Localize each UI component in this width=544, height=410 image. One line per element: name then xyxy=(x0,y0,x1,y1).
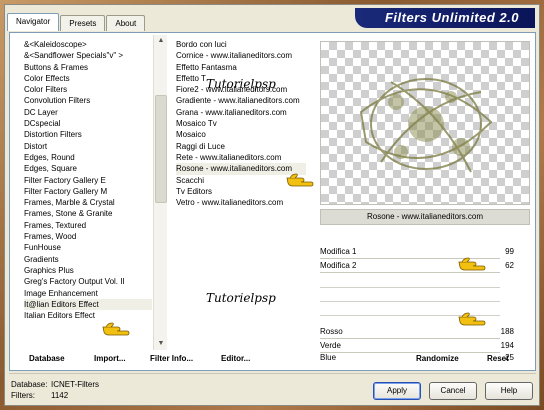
randomize-button[interactable]: Randomize xyxy=(416,354,459,363)
filter-item[interactable]: Bordo con luci xyxy=(176,39,306,50)
filters-unlimited-window: Navigator Presets About Filters Unlimite… xyxy=(4,4,540,406)
pointing-hand-icon xyxy=(458,257,486,271)
slider-label: Verde xyxy=(320,341,341,350)
category-item[interactable]: Graphics Plus xyxy=(24,265,152,276)
app-title-banner: Filters Unlimited 2.0 xyxy=(355,8,535,28)
category-item[interactable]: Image Enhancement xyxy=(24,288,152,299)
tab-strip: Navigator Presets About xyxy=(7,13,146,31)
navigator-panel: &<Kaleidoscope> &<Sandflower Specials"v" … xyxy=(9,32,536,371)
category-item[interactable]: &<Sandflower Specials"v" > xyxy=(24,50,152,61)
navigator-toolbar: Database Import... Filter Info... Editor… xyxy=(9,352,536,370)
filter-item[interactable]: Vetro - www.italianeditors.com xyxy=(176,197,306,208)
watermark-text: Tutorielpsp xyxy=(206,77,276,91)
category-item[interactable]: Filter Factory Gallery E xyxy=(24,175,152,186)
slider-track[interactable] xyxy=(320,338,500,339)
category-item[interactable]: Frames, Wood xyxy=(24,231,152,242)
apply-button[interactable]: Apply xyxy=(373,382,421,400)
category-item[interactable]: FunHouse xyxy=(24,242,152,253)
tab-navigator[interactable]: Navigator xyxy=(7,13,60,31)
slider-value: 188 xyxy=(500,327,514,336)
pointing-hand-icon xyxy=(102,322,130,336)
category-item[interactable]: Convolution Filters xyxy=(24,95,152,106)
slider-label: Modifica 2 xyxy=(320,261,357,270)
filter-item[interactable]: Rete - www.italianeditors.com xyxy=(176,152,306,163)
filter-item[interactable]: Mosaico xyxy=(176,129,306,140)
category-item[interactable]: Frames, Stone & Granite xyxy=(24,208,152,219)
database-button[interactable]: Database xyxy=(29,354,65,363)
slider-label: Rosso xyxy=(320,327,343,336)
filter-preview xyxy=(320,41,530,205)
slider-label: Modifica 1 xyxy=(320,247,357,256)
tab-presets[interactable]: Presets xyxy=(60,15,106,31)
filters-count-value: 1142 xyxy=(51,391,69,400)
category-item[interactable]: Filter Factory Gallery M xyxy=(24,186,152,197)
divider xyxy=(9,373,536,374)
slider-modifica-1[interactable]: Modifica 1 99 xyxy=(320,247,530,259)
scrollbar-thumb[interactable] xyxy=(155,95,167,203)
help-button[interactable]: Help xyxy=(485,382,533,400)
filter-item[interactable]: Effetto Fantasma xyxy=(176,62,306,73)
pointing-hand-icon xyxy=(458,312,486,326)
filter-item[interactable]: Gradiente - www.italianeditors.com xyxy=(176,95,306,106)
category-item[interactable]: Frames, Marble & Crystal xyxy=(24,197,152,208)
category-item[interactable]: It@lian Editors Effect xyxy=(24,298,152,311)
category-item[interactable]: Edges, Square xyxy=(24,163,152,174)
category-item[interactable]: Frames, Textured xyxy=(24,220,152,231)
scroll-up-icon[interactable]: ▲ xyxy=(155,35,167,47)
slider-unused xyxy=(320,287,500,288)
slider-value: 62 xyxy=(505,261,514,270)
category-item[interactable]: Color Effects xyxy=(24,73,152,84)
pointing-hand-icon xyxy=(286,173,314,187)
filter-item[interactable]: Cornice - www.italianeditors.com xyxy=(176,50,306,61)
category-list[interactable]: &<Kaleidoscope> &<Sandflower Specials"v" … xyxy=(24,39,152,349)
filter-item[interactable]: Grana - www.italianeditors.com xyxy=(176,107,306,118)
category-item[interactable]: Color Filters xyxy=(24,84,152,95)
slider-value: 194 xyxy=(500,341,514,350)
slider-track[interactable] xyxy=(320,272,500,273)
watermark-text-2: Tutorielpsp xyxy=(206,291,276,305)
category-item[interactable]: Distortion Filters xyxy=(24,129,152,140)
filter-list[interactable]: Bordo con luci Cornice - www.italianedito… xyxy=(176,39,306,239)
database-info: Database: ICNET-Filters Filters: 1142 xyxy=(11,379,99,401)
scroll-down-icon[interactable]: ▼ xyxy=(155,338,167,350)
preview-filter-name: Rosone - www.italianeditors.com xyxy=(320,209,530,225)
reset-button[interactable]: Reset xyxy=(487,354,509,363)
category-item[interactable]: Greg's Factory Output Vol. II xyxy=(24,276,152,287)
slider-rosso[interactable]: Rosso 188 xyxy=(320,327,530,339)
category-item[interactable]: Distort xyxy=(24,141,152,152)
filter-info-button[interactable]: Filter Info... xyxy=(150,354,193,363)
slider-unused xyxy=(320,301,500,302)
import-button[interactable]: Import... xyxy=(94,354,126,363)
cancel-button[interactable]: Cancel xyxy=(429,382,477,400)
database-label: Database: xyxy=(11,380,48,389)
slider-verde[interactable]: Verde 194 xyxy=(320,341,530,353)
category-item[interactable]: DCspecial xyxy=(24,118,152,129)
category-item[interactable]: Buttons & Frames xyxy=(24,62,152,73)
filter-item[interactable]: Raggi di Luce xyxy=(176,141,306,152)
category-item[interactable]: Edges, Round xyxy=(24,152,152,163)
slider-value: 99 xyxy=(505,247,514,256)
category-scrollbar[interactable]: ▲ ▼ xyxy=(153,35,167,350)
slider-modifica-2[interactable]: Modifica 2 62 xyxy=(320,261,530,273)
category-item[interactable]: DC Layer xyxy=(24,107,152,118)
category-item[interactable]: Italian Editors Effect xyxy=(24,310,152,321)
tab-about[interactable]: About xyxy=(106,15,146,31)
editor-button[interactable]: Editor... xyxy=(221,354,250,363)
database-value: ICNET-Filters xyxy=(51,380,99,389)
filter-item[interactable]: Mosaico Tv xyxy=(176,118,306,129)
category-item[interactable]: Gradients xyxy=(24,254,152,265)
preview-artwork xyxy=(359,78,493,173)
category-item[interactable]: &<Kaleidoscope> xyxy=(24,39,152,50)
filters-count-label: Filters: xyxy=(11,391,35,400)
